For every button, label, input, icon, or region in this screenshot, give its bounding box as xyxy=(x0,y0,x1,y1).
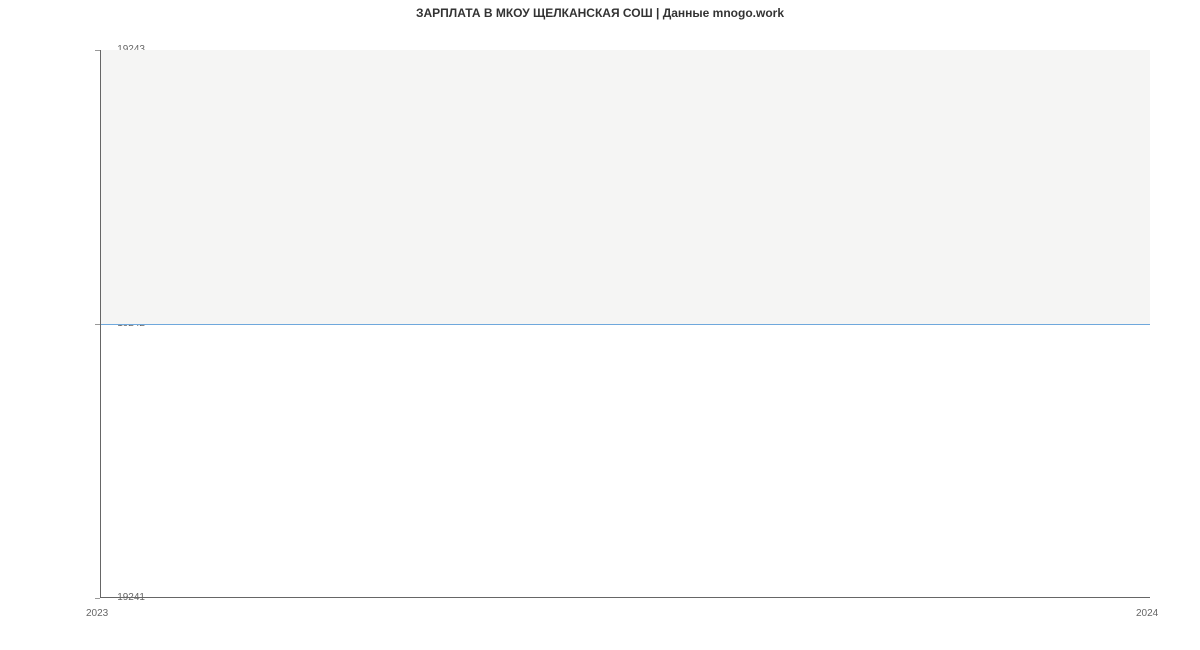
area-fill xyxy=(101,50,1150,324)
plot-area xyxy=(100,50,1150,598)
x-tick-label: 2023 xyxy=(86,608,108,620)
y-tick-mark xyxy=(95,598,100,599)
series-line xyxy=(101,324,1150,325)
chart-title: ЗАРПЛАТА В МКОУ ЩЕЛКАНСКАЯ СОШ | Данные … xyxy=(0,6,1200,20)
x-tick-label: 2024 xyxy=(1136,608,1158,620)
